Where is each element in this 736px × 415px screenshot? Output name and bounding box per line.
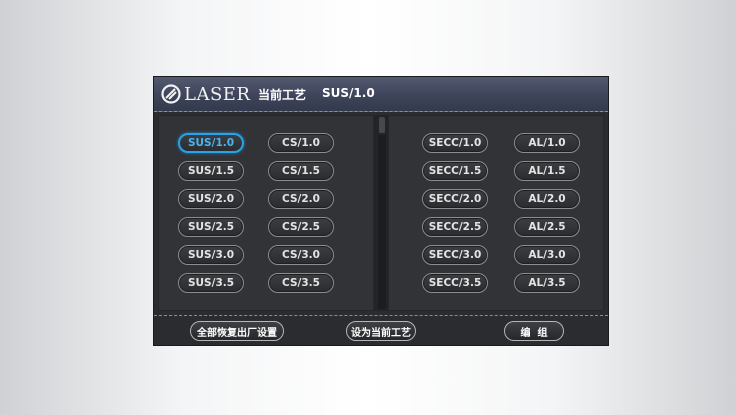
current-process-value: SUS/1.0 bbox=[322, 86, 375, 100]
left-process-panel: SUS/1.0 SUS/1.5 SUS/2.0 SUS/2.5 SUS/3.0 … bbox=[158, 115, 374, 311]
page-title: 当前工艺 bbox=[258, 88, 307, 102]
process-button-sus-1.0[interactable]: SUS/1.0 bbox=[178, 133, 244, 153]
process-button-cs-1.5[interactable]: CS/1.5 bbox=[268, 161, 334, 181]
footer-divider bbox=[154, 315, 608, 316]
right-process-panel: SECC/1.0 SECC/1.5 SECC/2.0 SECC/2.5 SECC… bbox=[388, 115, 604, 311]
process-button-sus-2.0[interactable]: SUS/2.0 bbox=[178, 189, 244, 209]
process-button-cs-3.5[interactable]: CS/3.5 bbox=[268, 273, 334, 293]
process-button-al-3.0[interactable]: AL/3.0 bbox=[514, 245, 580, 265]
process-button-cs-3.0[interactable]: CS/3.0 bbox=[268, 245, 334, 265]
process-button-cs-1.0[interactable]: CS/1.0 bbox=[268, 133, 334, 153]
laser-process-screen: LASER 当前工艺 SUS/1.0 SUS/1.0 SUS/1.5 SUS/2… bbox=[154, 77, 608, 345]
process-button-al-2.5[interactable]: AL/2.5 bbox=[514, 217, 580, 237]
process-button-cs-2.5[interactable]: CS/2.5 bbox=[268, 217, 334, 237]
process-button-secc-3.5[interactable]: SECC/3.5 bbox=[422, 273, 488, 293]
laser-logo: LASER bbox=[160, 80, 260, 108]
process-button-al-3.5[interactable]: AL/3.5 bbox=[514, 273, 580, 293]
process-button-secc-2.0[interactable]: SECC/2.0 bbox=[422, 189, 488, 209]
process-button-secc-1.5[interactable]: SECC/1.5 bbox=[422, 161, 488, 181]
restore-factory-button[interactable]: 全部恢复出厂设置 bbox=[190, 321, 284, 341]
process-button-secc-1.0[interactable]: SECC/1.0 bbox=[422, 133, 488, 153]
edit-group-button[interactable]: 编 组 bbox=[504, 321, 564, 341]
process-button-sus-1.5[interactable]: SUS/1.5 bbox=[178, 161, 244, 181]
laser-logo-icon bbox=[161, 84, 181, 104]
process-button-cs-2.0[interactable]: CS/2.0 bbox=[268, 189, 334, 209]
process-button-secc-3.0[interactable]: SECC/3.0 bbox=[422, 245, 488, 265]
process-button-al-2.0[interactable]: AL/2.0 bbox=[514, 189, 580, 209]
process-button-al-1.0[interactable]: AL/1.0 bbox=[514, 133, 580, 153]
process-button-sus-3.0[interactable]: SUS/3.0 bbox=[178, 245, 244, 265]
process-button-secc-2.5[interactable]: SECC/2.5 bbox=[422, 217, 488, 237]
set-current-process-button[interactable]: 设为当前工艺 bbox=[346, 321, 416, 341]
process-button-al-1.5[interactable]: AL/1.5 bbox=[514, 161, 580, 181]
title-bar: LASER 当前工艺 SUS/1.0 bbox=[154, 77, 608, 112]
scrollbar-track[interactable] bbox=[378, 135, 386, 309]
process-button-sus-3.5[interactable]: SUS/3.5 bbox=[178, 273, 244, 293]
logo-text: LASER bbox=[184, 83, 251, 105]
process-button-sus-2.5[interactable]: SUS/2.5 bbox=[178, 217, 244, 237]
scrollbar-thumb[interactable] bbox=[379, 117, 385, 133]
